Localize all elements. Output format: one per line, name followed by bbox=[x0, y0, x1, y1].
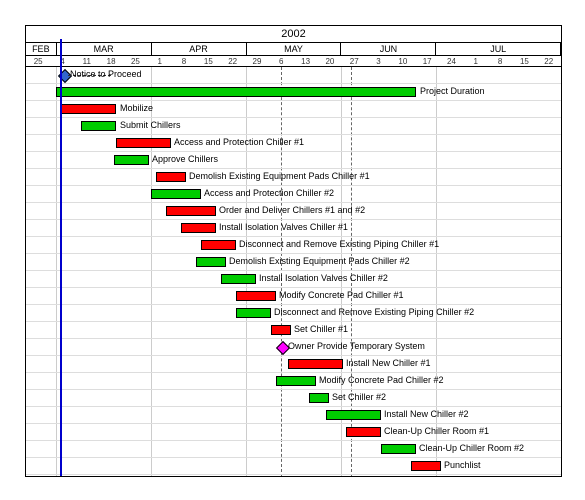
task-label: Access and Protection Chiller #1 bbox=[174, 137, 304, 147]
gantt-chart-frame: 2002 FEBMARAPRMAYJUNJUL 2541118251815222… bbox=[0, 0, 585, 500]
task-bar[interactable] bbox=[411, 461, 441, 471]
task-bar[interactable] bbox=[201, 240, 236, 250]
gantt-row: Punchlist bbox=[26, 458, 561, 475]
grid-line bbox=[561, 67, 562, 477]
gantt-row: Install New Chiller #1 bbox=[26, 356, 561, 373]
gantt-row: Disconnect and Remove Existing Piping Ch… bbox=[26, 305, 561, 322]
gantt-row: Set Chiller #1 bbox=[26, 322, 561, 339]
gantt-chart: 2002 FEBMARAPRMAYJUNJUL 2541118251815222… bbox=[25, 25, 562, 477]
task-bar[interactable] bbox=[56, 87, 416, 97]
month-row: FEBMARAPRMAYJUNJUL bbox=[26, 43, 561, 56]
task-bar[interactable] bbox=[288, 359, 343, 369]
gantt-row: Notice to Proceed bbox=[26, 67, 561, 84]
task-bar[interactable] bbox=[326, 410, 381, 420]
task-bar[interactable] bbox=[271, 325, 291, 335]
task-bar[interactable] bbox=[381, 444, 416, 454]
task-label: Punchlist bbox=[444, 460, 481, 470]
month-cell: MAY bbox=[247, 43, 342, 55]
month-cell: FEB bbox=[26, 43, 57, 55]
task-label: Submit Chillers bbox=[120, 120, 181, 130]
gantt-row: Access and Protection Chiller #1 bbox=[26, 135, 561, 152]
gantt-row: Modify Concrete Pad Chiller #2 bbox=[26, 373, 561, 390]
task-label: Project Duration bbox=[420, 86, 485, 96]
year-label: 2002 bbox=[26, 26, 561, 43]
task-label: Install Isolation Valves Chiller #1 bbox=[219, 222, 348, 232]
task-label: Disconnect and Remove Existing Piping Ch… bbox=[274, 307, 474, 317]
task-label: Order and Deliver Chillers #1 and #2 bbox=[219, 205, 365, 215]
gantt-row: Approve Chillers bbox=[26, 152, 561, 169]
task-label: Approve Chillers bbox=[152, 154, 218, 164]
task-bar[interactable] bbox=[276, 376, 316, 386]
task-bar[interactable] bbox=[116, 138, 171, 148]
month-cell: JUN bbox=[341, 43, 436, 55]
gantt-body: Notice to Proceed Project Duration Mobiliz… bbox=[26, 67, 561, 477]
task-bar[interactable] bbox=[166, 206, 216, 216]
gantt-row: Clean-Up Chiller Room #1 bbox=[26, 424, 561, 441]
task-label: Install New Chiller #1 bbox=[346, 358, 431, 368]
task-label: Demolish Existing Equipment Pads Chiller… bbox=[189, 171, 370, 181]
task-label: Install Isolation Valves Chiller #2 bbox=[259, 273, 388, 283]
gantt-row: Project Substantial Completion bbox=[26, 475, 561, 477]
gantt-row: Install Isolation Valves Chiller #2 bbox=[26, 271, 561, 288]
task-bar[interactable] bbox=[114, 155, 149, 165]
task-label: Clean-Up Chiller Room #2 bbox=[419, 443, 524, 453]
task-label: Modify Concrete Pad Chiller #2 bbox=[319, 375, 444, 385]
gantt-row: Modify Concrete Pad Chiller #1 bbox=[26, 288, 561, 305]
gantt-row: Owner Provide Temporary System bbox=[26, 339, 561, 356]
gantt-row: Disconnect and Remove Existing Piping Ch… bbox=[26, 237, 561, 254]
task-label: Clean-Up Chiller Room #1 bbox=[384, 426, 489, 436]
month-cell: APR bbox=[152, 43, 247, 55]
task-bar[interactable] bbox=[346, 427, 381, 437]
task-label: Access and Protection Chiller #2 bbox=[204, 188, 334, 198]
milestone-label: Notice to Proceed bbox=[70, 69, 142, 79]
task-bar[interactable] bbox=[309, 393, 329, 403]
task-label: Set Chiller #2 bbox=[332, 392, 386, 402]
timeline-header: 2002 FEBMARAPRMAYJUNJUL 2541118251815222… bbox=[26, 26, 561, 67]
gantt-row: Demolish Existing Equipment Pads Chiller… bbox=[26, 254, 561, 271]
gantt-row: Project Duration bbox=[26, 84, 561, 101]
gantt-row: Access and Protection Chiller #2 bbox=[26, 186, 561, 203]
gantt-row: Mobilize bbox=[26, 101, 561, 118]
month-cell: JUL bbox=[436, 43, 561, 55]
task-label: Disconnect and Remove Existing Piping Ch… bbox=[239, 239, 439, 249]
milestone-label: Owner Provide Temporary System bbox=[288, 341, 425, 351]
task-bar[interactable] bbox=[181, 223, 216, 233]
task-bar[interactable] bbox=[151, 189, 201, 199]
task-bar[interactable] bbox=[196, 257, 226, 267]
task-label: Install New Chiller #2 bbox=[384, 409, 469, 419]
gantt-row: Install Isolation Valves Chiller #1 bbox=[26, 220, 561, 237]
gantt-row: Set Chiller #2 bbox=[26, 390, 561, 407]
task-label: Set Chiller #1 bbox=[294, 324, 348, 334]
task-label: Mobilize bbox=[120, 103, 153, 113]
gantt-row: Order and Deliver Chillers #1 and #2 bbox=[26, 203, 561, 220]
task-bar[interactable] bbox=[236, 291, 276, 301]
gantt-row: Install New Chiller #2 bbox=[26, 407, 561, 424]
gantt-row: Submit Chillers bbox=[26, 118, 561, 135]
task-bar[interactable] bbox=[81, 121, 116, 131]
task-bar[interactable] bbox=[236, 308, 271, 318]
task-label: Modify Concrete Pad Chiller #1 bbox=[279, 290, 404, 300]
gantt-row: Clean-Up Chiller Room #2 bbox=[26, 441, 561, 458]
task-bar[interactable] bbox=[61, 104, 116, 114]
month-cell: MAR bbox=[57, 43, 152, 55]
task-bar[interactable] bbox=[221, 274, 256, 284]
gantt-row: Demolish Existing Equipment Pads Chiller… bbox=[26, 169, 561, 186]
task-bar[interactable] bbox=[156, 172, 186, 182]
task-label: Demolish Existing Equipment Pads Chiller… bbox=[229, 256, 410, 266]
today-line bbox=[60, 39, 62, 477]
